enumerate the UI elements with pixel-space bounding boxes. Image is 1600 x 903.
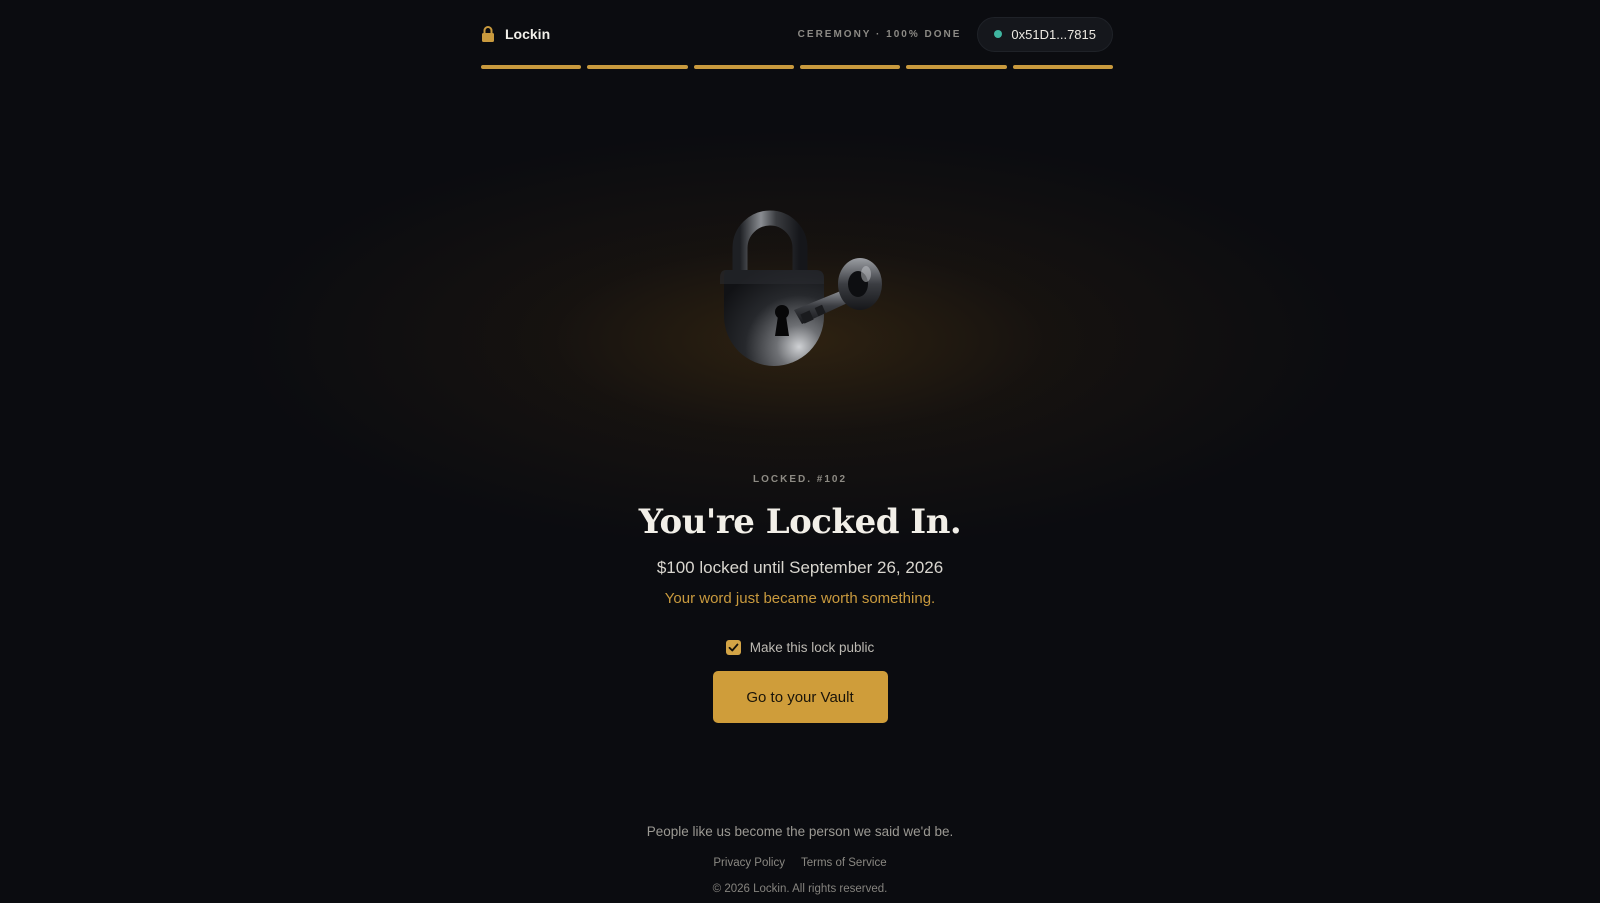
tagline: Your word just became worth something. — [664, 590, 936, 607]
make-public-checkbox[interactable]: Make this lock public — [725, 640, 875, 655]
wallet-status-dot — [994, 30, 1003, 38]
progress-segment — [799, 65, 901, 69]
checkmark-icon — [728, 643, 739, 652]
progress-segment — [587, 65, 688, 69]
lock-amount-text: $100 locked until September 26, 2026 — [656, 558, 944, 577]
padlock-with-key-icon — [720, 210, 882, 366]
brand-logo[interactable]: Lockin — [481, 26, 550, 42]
lock-number-label: LOCKED. #102 — [752, 474, 848, 485]
copyright: © 2026 Lockin. All rights reserved. — [712, 883, 888, 895]
wallet-address: 0x51D1...7815 — [1011, 26, 1096, 42]
top-bar: Lockin CEREMONY · 100% DONE 0x51D1...781… — [481, 16, 1113, 52]
background-glow — [0, 0, 1600, 903]
confirmation-panel: LOCKED. #102 You're Locked In. $100 lock… — [0, 474, 1600, 723]
progress-segment — [693, 65, 794, 69]
page-title: You're Locked In. — [638, 502, 962, 542]
lock-icon — [482, 26, 494, 42]
progress-segment — [906, 65, 1007, 69]
go-to-vault-button[interactable]: Go to your Vault — [712, 671, 888, 723]
footer-links: Privacy Policy Terms of Service — [713, 857, 886, 869]
ceremony-progress-bar — [481, 65, 1113, 70]
terms-of-service-link[interactable]: Terms of Service — [801, 857, 887, 869]
progress-segment — [481, 65, 582, 69]
progress-segment — [1012, 65, 1113, 69]
wallet-button[interactable]: 0x51D1...7815 — [977, 16, 1113, 52]
ceremony-status: CEREMONY · 100% DONE — [797, 28, 962, 40]
footer-motto: People like us become the person we said… — [646, 824, 954, 839]
header-right: CEREMONY · 100% DONE 0x51D1...7815 — [797, 16, 1113, 52]
brand-name: Lockin — [505, 26, 551, 42]
footer: People like us become the person we said… — [0, 824, 1600, 895]
checkbox-checked-icon[interactable] — [725, 640, 741, 655]
privacy-policy-link[interactable]: Privacy Policy — [713, 857, 785, 869]
make-public-label: Make this lock public — [749, 640, 875, 655]
